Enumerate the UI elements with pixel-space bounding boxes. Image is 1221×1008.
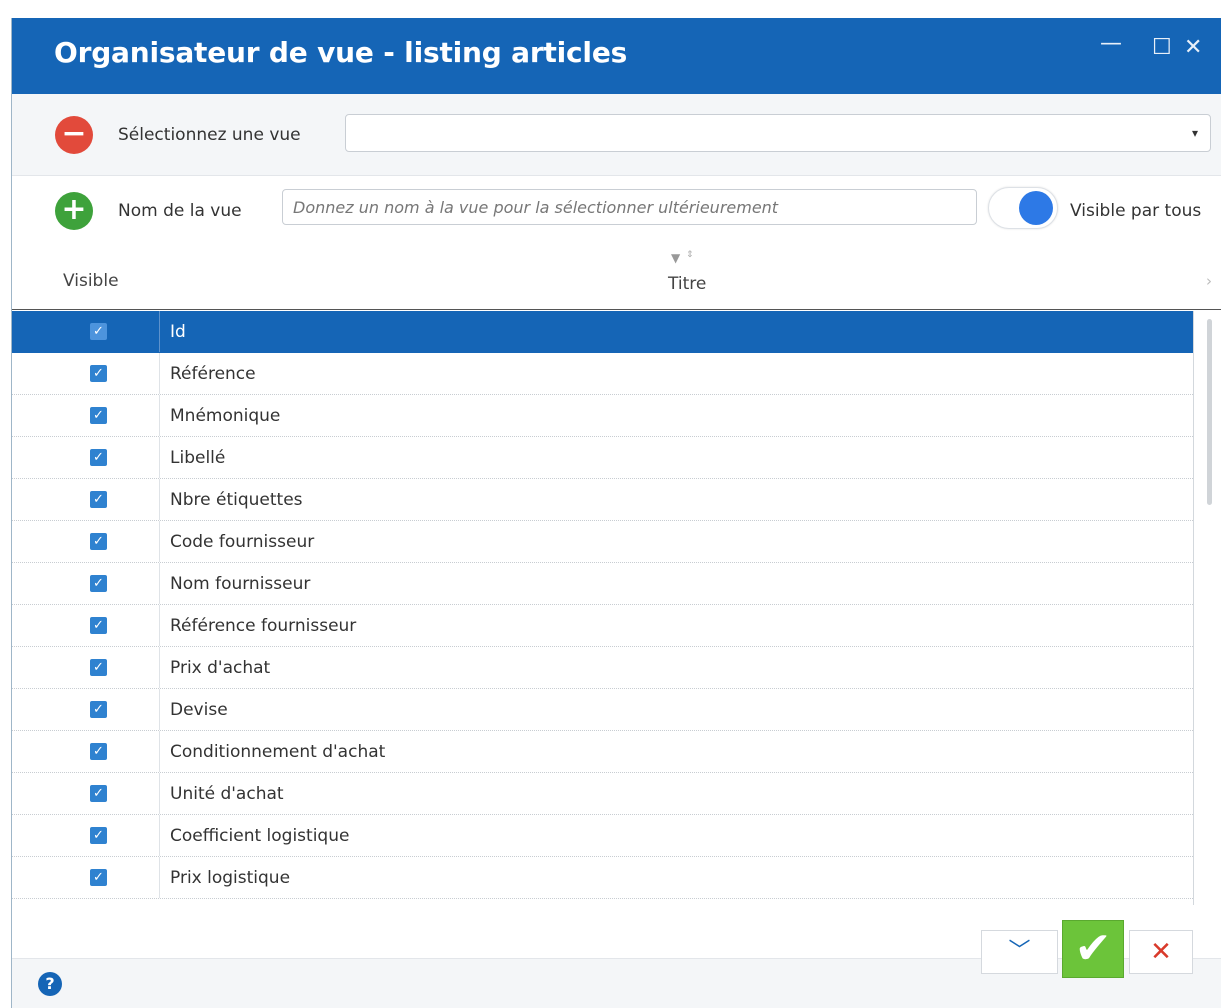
column-header-titre[interactable]: Titre (668, 274, 706, 294)
visible-to-all-toggle[interactable] (988, 187, 1058, 229)
visible-cell: ✓ (12, 689, 160, 730)
visible-cell: ✓ (12, 857, 160, 898)
sort-icon[interactable]: ⇕ (686, 250, 694, 260)
table-row[interactable]: ✓ Prix d'achat (12, 647, 1193, 689)
column-title-cell: Code fournisseur (170, 532, 315, 552)
column-title-cell: Prix d'achat (170, 658, 271, 678)
visible-cell: ✓ (12, 773, 160, 814)
visible-cell: ✓ (12, 479, 160, 520)
visible-cell: ✓ (12, 605, 160, 646)
cross-icon: ✕ (1150, 937, 1172, 967)
table-row[interactable]: ✓ Nbre étiquettes (12, 479, 1193, 521)
table-row[interactable]: ✓ Coefficient logistique (12, 815, 1193, 857)
column-title-cell: Id (170, 322, 186, 342)
maximize-button[interactable]: ☐ (1152, 34, 1172, 62)
column-title-cell: Coefficient logistique (170, 826, 350, 846)
view-select-row: − Sélectionnez une vue ▾ (12, 94, 1221, 176)
table-row[interactable]: ✓ Unité d'achat (12, 773, 1193, 815)
vertical-scrollbar[interactable] (1193, 311, 1221, 905)
visible-checkbox[interactable]: ✓ (90, 701, 107, 718)
visible-cell: ✓ (12, 353, 160, 394)
column-title-cell: Nbre étiquettes (170, 490, 303, 510)
table-row[interactable]: ✓ Conditionnement d'achat (12, 731, 1193, 773)
visible-checkbox[interactable]: ✓ (90, 575, 107, 592)
visible-cell: ✓ (12, 311, 160, 352)
filter-icon[interactable]: ▼ (671, 251, 680, 265)
visible-checkbox[interactable]: ✓ (90, 365, 107, 382)
help-icon[interactable]: ? (38, 972, 62, 996)
toggle-knob (1019, 191, 1053, 225)
visible-checkbox[interactable]: ✓ (90, 743, 107, 760)
visible-cell: ✓ (12, 731, 160, 772)
checkmark-icon: ✔ (1074, 923, 1112, 974)
visible-checkbox[interactable]: ✓ (90, 785, 107, 802)
visible-checkbox[interactable]: ✓ (90, 827, 107, 844)
title-bar: Organisateur de vue - listing articles —… (12, 18, 1221, 94)
table-row[interactable]: ✓ Référence fournisseur (12, 605, 1193, 647)
column-header-visible[interactable]: Visible (63, 271, 119, 291)
dropdown-arrow-icon: ▾ (1191, 126, 1198, 140)
visible-checkbox[interactable]: ✓ (90, 869, 107, 886)
column-title-cell: Libellé (170, 448, 226, 468)
table-row[interactable]: ✓ Nom fournisseur (12, 563, 1193, 605)
column-title-cell: Mnémonique (170, 406, 281, 426)
visible-checkbox[interactable]: ✓ (90, 533, 107, 550)
dialog-title: Organisateur de vue - listing articles (54, 36, 628, 69)
view-name-label: Nom de la vue (118, 201, 242, 221)
visible-checkbox[interactable]: ✓ (90, 659, 107, 676)
visible-checkbox[interactable]: ✓ (90, 617, 107, 634)
view-organizer-dialog: Organisateur de vue - listing articles —… (11, 18, 1221, 1008)
close-icon: ✕ (1184, 35, 1203, 60)
visible-cell: ✓ (12, 395, 160, 436)
validate-button[interactable]: ✔ (1062, 920, 1124, 978)
visible-checkbox[interactable]: ✓ (90, 407, 107, 424)
visible-checkbox[interactable]: ✓ (90, 323, 107, 340)
remove-view-button[interactable]: − (55, 116, 93, 154)
column-title-cell: Devise (170, 700, 228, 720)
table-row[interactable]: ✓ Mnémonique (12, 395, 1193, 437)
visible-cell: ✓ (12, 563, 160, 604)
visible-cell: ✓ (12, 521, 160, 562)
table-row[interactable]: ✓ Id (12, 311, 1193, 353)
visible-cell: ✓ (12, 815, 160, 856)
collapse-button[interactable]: ﹀ (981, 930, 1058, 974)
minus-icon: − (61, 116, 87, 151)
view-select-dropdown[interactable]: ▾ (345, 114, 1211, 152)
visible-cell: ✓ (12, 437, 160, 478)
view-name-input[interactable] (282, 189, 977, 225)
minimize-icon: — (1100, 31, 1122, 56)
table-row[interactable]: ✓ Prix logistique (12, 857, 1193, 899)
column-title-cell: Nom fournisseur (170, 574, 311, 594)
add-view-button[interactable]: + (55, 192, 93, 230)
scrollbar-thumb[interactable] (1207, 319, 1212, 505)
column-title-cell: Référence (170, 364, 256, 384)
close-button[interactable]: ✕ (1184, 34, 1202, 62)
maximize-icon: ☐ (1152, 35, 1172, 60)
table-row[interactable]: ✓ Libellé (12, 437, 1193, 479)
view-select-label: Sélectionnez une vue (118, 125, 301, 145)
table-row[interactable]: ✓ Référence (12, 353, 1193, 395)
column-title-cell: Conditionnement d'achat (170, 742, 386, 762)
table-row[interactable]: ✓ Devise (12, 689, 1193, 731)
table-row[interactable]: ✓ Code fournisseur (12, 521, 1193, 563)
column-title-cell: Prix logistique (170, 868, 291, 888)
visible-checkbox[interactable]: ✓ (90, 449, 107, 466)
visible-checkbox[interactable]: ✓ (90, 491, 107, 508)
chevron-right-icon[interactable]: › (1206, 272, 1212, 290)
visible-to-all-label: Visible par tous (1070, 201, 1202, 221)
visible-cell: ✓ (12, 647, 160, 688)
plus-icon: + (61, 192, 87, 227)
cancel-button[interactable]: ✕ (1129, 930, 1193, 974)
columns-grid: ✓ Id ✓ Référence ✓ Mnémonique ✓ Libellé ✓ Nbre ét… (12, 311, 1193, 905)
grid-header: Visible ▼ ⇕ Titre › (12, 248, 1221, 310)
chevron-down-icon: ﹀ (1008, 939, 1031, 964)
column-title-cell: Référence fournisseur (170, 616, 357, 636)
column-title-cell: Unité d'achat (170, 784, 284, 804)
minimize-button[interactable]: — (1100, 30, 1122, 58)
